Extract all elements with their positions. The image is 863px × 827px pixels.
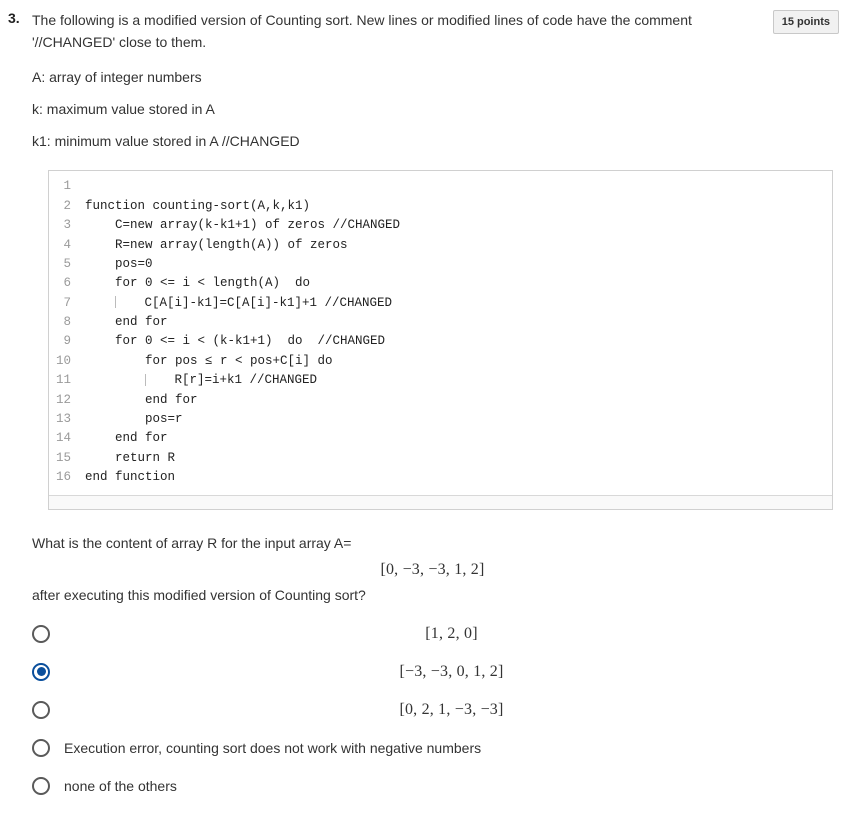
code-line: 5 pos=0 bbox=[49, 255, 832, 274]
line-content: R[r]=i+k1 //CHANGED bbox=[85, 371, 832, 390]
option-label: Execution error, counting sort does not … bbox=[64, 740, 839, 756]
code-line: 9 for 0 <= i < (k-k1+1) do //CHANGED bbox=[49, 332, 832, 351]
line-number: 1 bbox=[49, 177, 85, 196]
line-content: C[A[i]-k1]=C[A[i]-k1]+1 //CHANGED bbox=[85, 294, 832, 313]
line-content: function counting-sort(A,k,k1) bbox=[85, 197, 832, 216]
intro-line2: '//CHANGED' close to them. bbox=[32, 34, 206, 50]
option-label: [−3, −3, 0, 1, 2] bbox=[64, 663, 839, 681]
indent-guide-icon bbox=[145, 374, 146, 386]
code-line: 3 C=new array(k-k1+1) of zeros //CHANGED bbox=[49, 216, 832, 235]
question-header: 3. The following is a modified version o… bbox=[8, 10, 839, 53]
points-badge: 15 points bbox=[773, 10, 839, 34]
definition-k1: k1: minimum value stored in A //CHANGED bbox=[32, 131, 839, 153]
line-content: end for bbox=[85, 391, 832, 410]
line-number: 6 bbox=[49, 274, 85, 293]
answer-option[interactable]: [0, 2, 1, −3, −3] bbox=[32, 693, 839, 727]
line-content: pos=0 bbox=[85, 255, 832, 274]
subquestion-prompt: What is the content of array R for the i… bbox=[32, 532, 833, 606]
radio-icon[interactable] bbox=[32, 625, 50, 643]
code-footer-bar bbox=[49, 495, 832, 509]
line-number: 15 bbox=[49, 449, 85, 468]
code-line: 13 pos=r bbox=[49, 410, 832, 429]
line-number: 13 bbox=[49, 410, 85, 429]
code-line: 6 for 0 <= i < length(A) do bbox=[49, 274, 832, 293]
line-number: 12 bbox=[49, 391, 85, 410]
line-content: for 0 <= i < length(A) do bbox=[85, 274, 832, 293]
radio-icon[interactable] bbox=[32, 663, 50, 681]
intro-line1: The following is a modified version of C… bbox=[32, 12, 692, 28]
question-text: The following is a modified version of C… bbox=[32, 10, 749, 53]
code-line: 15 return R bbox=[49, 449, 832, 468]
prompt-line1: What is the content of array R for the i… bbox=[32, 532, 833, 554]
code-line: 2function counting-sort(A,k,k1) bbox=[49, 197, 832, 216]
line-content: return R bbox=[85, 449, 832, 468]
answer-option[interactable]: none of the others bbox=[32, 769, 839, 803]
code-block: 12function counting-sort(A,k,k1)3 C=new … bbox=[48, 170, 833, 510]
indent-guide-icon bbox=[115, 296, 116, 308]
line-content: pos=r bbox=[85, 410, 832, 429]
line-content bbox=[85, 177, 832, 196]
code-line: 4 R=new array(length(A)) of zeros bbox=[49, 236, 832, 255]
question-container: 3. The following is a modified version o… bbox=[0, 0, 863, 827]
line-number: 16 bbox=[49, 468, 85, 487]
line-content: end for bbox=[85, 429, 832, 448]
option-label: [1, 2, 0] bbox=[64, 625, 839, 643]
code-line: 10 for pos ≤ r < pos+C[i] do bbox=[49, 352, 832, 371]
definition-a: A: array of integer numbers bbox=[32, 67, 839, 89]
code-line: 8 end for bbox=[49, 313, 832, 332]
code-body: 12function counting-sort(A,k,k1)3 C=new … bbox=[49, 171, 832, 493]
line-number: 10 bbox=[49, 352, 85, 371]
radio-icon[interactable] bbox=[32, 777, 50, 795]
code-line: 1 bbox=[49, 177, 832, 196]
line-number: 7 bbox=[49, 294, 85, 313]
code-line: 16end function bbox=[49, 468, 832, 487]
line-number: 4 bbox=[49, 236, 85, 255]
radio-icon[interactable] bbox=[32, 701, 50, 719]
question-number: 3. bbox=[8, 10, 32, 26]
option-label: [0, 2, 1, −3, −3] bbox=[64, 701, 839, 719]
line-number: 9 bbox=[49, 332, 85, 351]
line-content: for 0 <= i < (k-k1+1) do //CHANGED bbox=[85, 332, 832, 351]
definition-k: k: maximum value stored in A bbox=[32, 99, 839, 121]
radio-icon[interactable] bbox=[32, 739, 50, 757]
answer-option[interactable]: [−3, −3, 0, 1, 2] bbox=[32, 655, 839, 689]
line-number: 11 bbox=[49, 371, 85, 390]
option-label: none of the others bbox=[64, 778, 839, 794]
code-line: 11 R[r]=i+k1 //CHANGED bbox=[49, 371, 832, 390]
line-content: end function bbox=[85, 468, 832, 487]
code-line: 12 end for bbox=[49, 391, 832, 410]
line-number: 5 bbox=[49, 255, 85, 274]
line-number: 8 bbox=[49, 313, 85, 332]
answer-option[interactable]: Execution error, counting sort does not … bbox=[32, 731, 839, 765]
answer-options: [1, 2, 0] [−3, −3, 0, 1, 2] [0, 2, 1, −3, … bbox=[32, 617, 839, 803]
line-content: end for bbox=[85, 313, 832, 332]
line-content: R=new array(length(A)) of zeros bbox=[85, 236, 832, 255]
prompt-line2: after executing this modified version of… bbox=[32, 584, 833, 606]
code-line: 14 end for bbox=[49, 429, 832, 448]
answer-option[interactable]: [1, 2, 0] bbox=[32, 617, 839, 651]
line-number: 14 bbox=[49, 429, 85, 448]
line-content: for pos ≤ r < pos+C[i] do bbox=[85, 352, 832, 371]
code-line: 7 C[A[i]-k1]=C[A[i]-k1]+1 //CHANGED bbox=[49, 294, 832, 313]
line-content: C=new array(k-k1+1) of zeros //CHANGED bbox=[85, 216, 832, 235]
line-number: 3 bbox=[49, 216, 85, 235]
input-array: [0, −3, −3, 1, 2] bbox=[32, 557, 833, 583]
line-number: 2 bbox=[49, 197, 85, 216]
